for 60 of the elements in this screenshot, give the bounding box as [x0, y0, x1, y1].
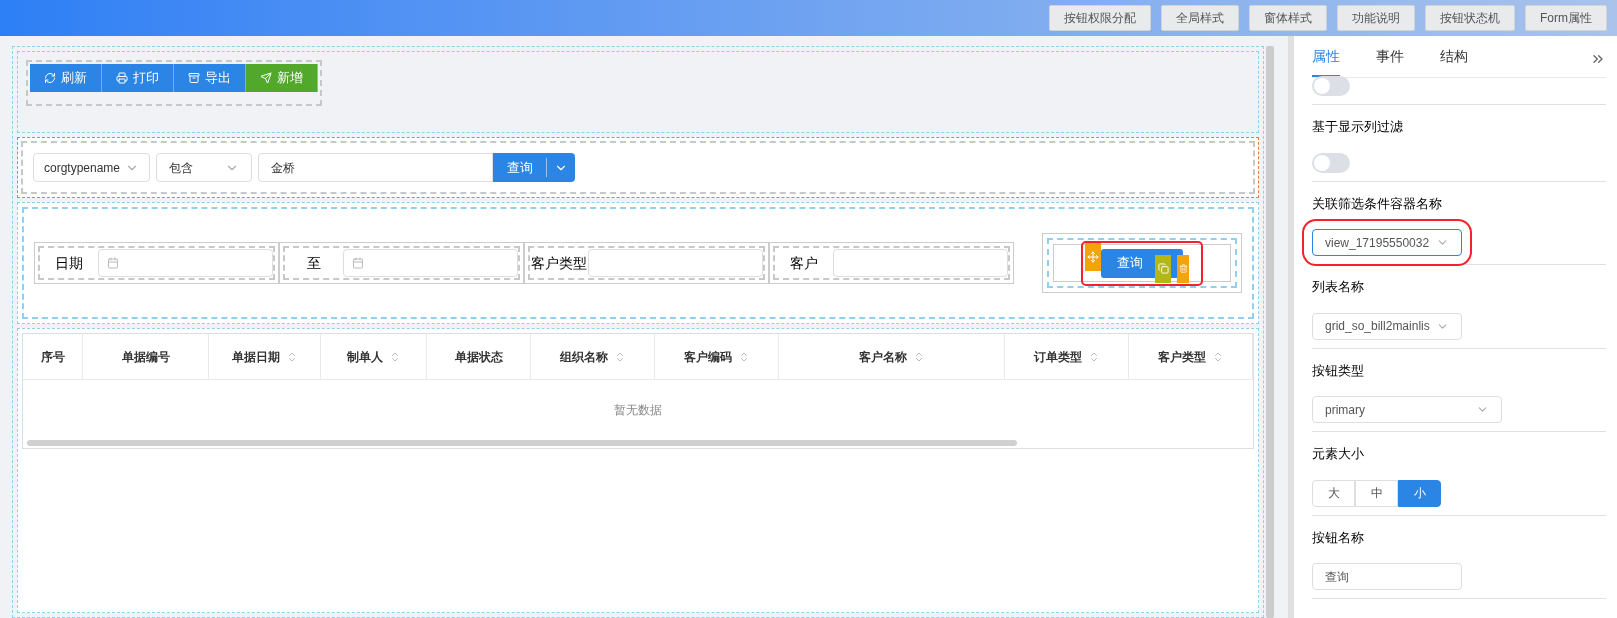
select-field[interactable]: grid_so_bill2mainlis: [1312, 312, 1462, 340]
search-button[interactable]: 查询: [493, 153, 575, 182]
input-field[interactable]: [588, 249, 763, 277]
toggle-switch[interactable]: [1312, 76, 1350, 96]
toolbar-button[interactable]: Form属性: [1525, 5, 1607, 31]
calendar-icon: [107, 257, 119, 269]
field-label: 至: [306, 253, 322, 273]
date-field[interactable]: [98, 249, 273, 277]
field-select[interactable]: corgtypename: [33, 153, 150, 182]
column-header[interactable]: 序号: [23, 334, 83, 379]
search-field[interactable]: 金桥: [258, 153, 493, 182]
delete-handle[interactable]: [1177, 254, 1189, 283]
panel-tab[interactable]: 结构: [1440, 46, 1468, 77]
property-label: 列表名称: [1312, 278, 1365, 296]
trash-icon: [1178, 264, 1188, 273]
property-label: 按钮名称: [1312, 528, 1365, 547]
column-header[interactable]: 客户名称: [779, 334, 1005, 379]
column-header[interactable]: 组织名称: [531, 334, 655, 379]
input-field[interactable]: 查询: [1312, 563, 1462, 590]
column-header[interactable]: 单据编号: [83, 334, 209, 379]
empty-text: 暂无数据: [614, 402, 662, 419]
select-field[interactable]: primary: [1312, 396, 1502, 423]
operator-select[interactable]: 包含: [156, 153, 252, 182]
field-label: 客户类型: [530, 253, 588, 273]
move-handle[interactable]: [1085, 242, 1101, 271]
tray-icon: [188, 72, 200, 84]
toolbar-button[interactable]: 全局样式: [1161, 5, 1239, 31]
size-option[interactable]: 大: [1312, 479, 1355, 507]
column-header[interactable]: 客户类型: [1129, 334, 1253, 379]
toggle-switch[interactable]: [1312, 152, 1350, 173]
property-label: 基于显示列过滤: [1312, 118, 1404, 136]
input-field[interactable]: [833, 249, 1008, 277]
column-header[interactable]: 制单人: [321, 334, 427, 379]
column-header[interactable]: 单据状态: [427, 334, 531, 379]
copy-handle[interactable]: [1155, 254, 1171, 283]
action-button[interactable]: 刷新: [30, 64, 102, 92]
property-label: 关联筛选条件容器名称: [1312, 194, 1443, 213]
move-icon: [1087, 250, 1099, 263]
send-icon: [260, 72, 272, 84]
field-label: 客户: [789, 253, 819, 273]
toolbar-button[interactable]: 按钮状态机: [1425, 5, 1515, 31]
property-label: 元素大小: [1312, 445, 1365, 463]
toolbar-button[interactable]: 按钮权限分配: [1049, 5, 1151, 31]
toolbar-button[interactable]: 窗体样式: [1249, 5, 1327, 31]
size-option[interactable]: 小: [1398, 479, 1441, 507]
size-option[interactable]: 中: [1355, 479, 1398, 507]
date-field[interactable]: [343, 249, 518, 277]
field-label: 日期: [54, 253, 84, 273]
calendar-icon: [352, 257, 364, 269]
copy-icon: [1157, 263, 1169, 274]
refresh-icon: [44, 72, 56, 84]
column-header[interactable]: 客户编码: [655, 334, 779, 379]
action-button[interactable]: 导出: [174, 64, 246, 92]
column-header[interactable]: 订单类型: [1005, 334, 1129, 379]
action-button[interactable]: 打印: [102, 64, 174, 92]
toolbar-button[interactable]: 功能说明: [1337, 5, 1415, 31]
column-header[interactable]: 单据日期: [209, 334, 321, 379]
property-label: 按钮类型: [1312, 361, 1365, 380]
panel-tab[interactable]: 事件: [1376, 46, 1404, 77]
printer-icon: [116, 72, 128, 84]
